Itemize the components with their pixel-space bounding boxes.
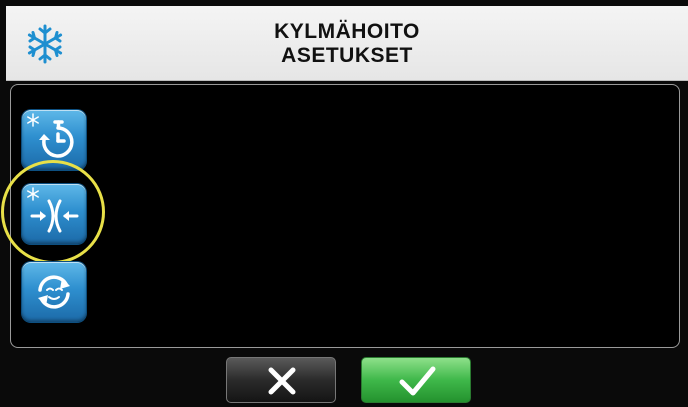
page-title: KYLMÄHOITO ASETUKSET <box>6 20 688 68</box>
header-bar: KYLMÄHOITO ASETUKSET <box>6 6 688 81</box>
close-icon <box>268 367 296 395</box>
settings-panel <box>10 84 680 348</box>
cycle-mode-icon <box>38 275 70 309</box>
cold-therapy-settings-screen: KYLMÄHOITO ASETUKSET <box>0 0 688 407</box>
title-line-2: ASETUKSET <box>281 44 413 67</box>
title-line-1: KYLMÄHOITO <box>274 20 420 43</box>
confirm-button[interactable] <box>361 357 471 403</box>
cancel-button[interactable] <box>226 357 336 403</box>
selection-highlight-ring <box>1 160 105 264</box>
checkmark-icon <box>399 366 436 396</box>
cycle-mode-button[interactable] <box>22 262 86 322</box>
